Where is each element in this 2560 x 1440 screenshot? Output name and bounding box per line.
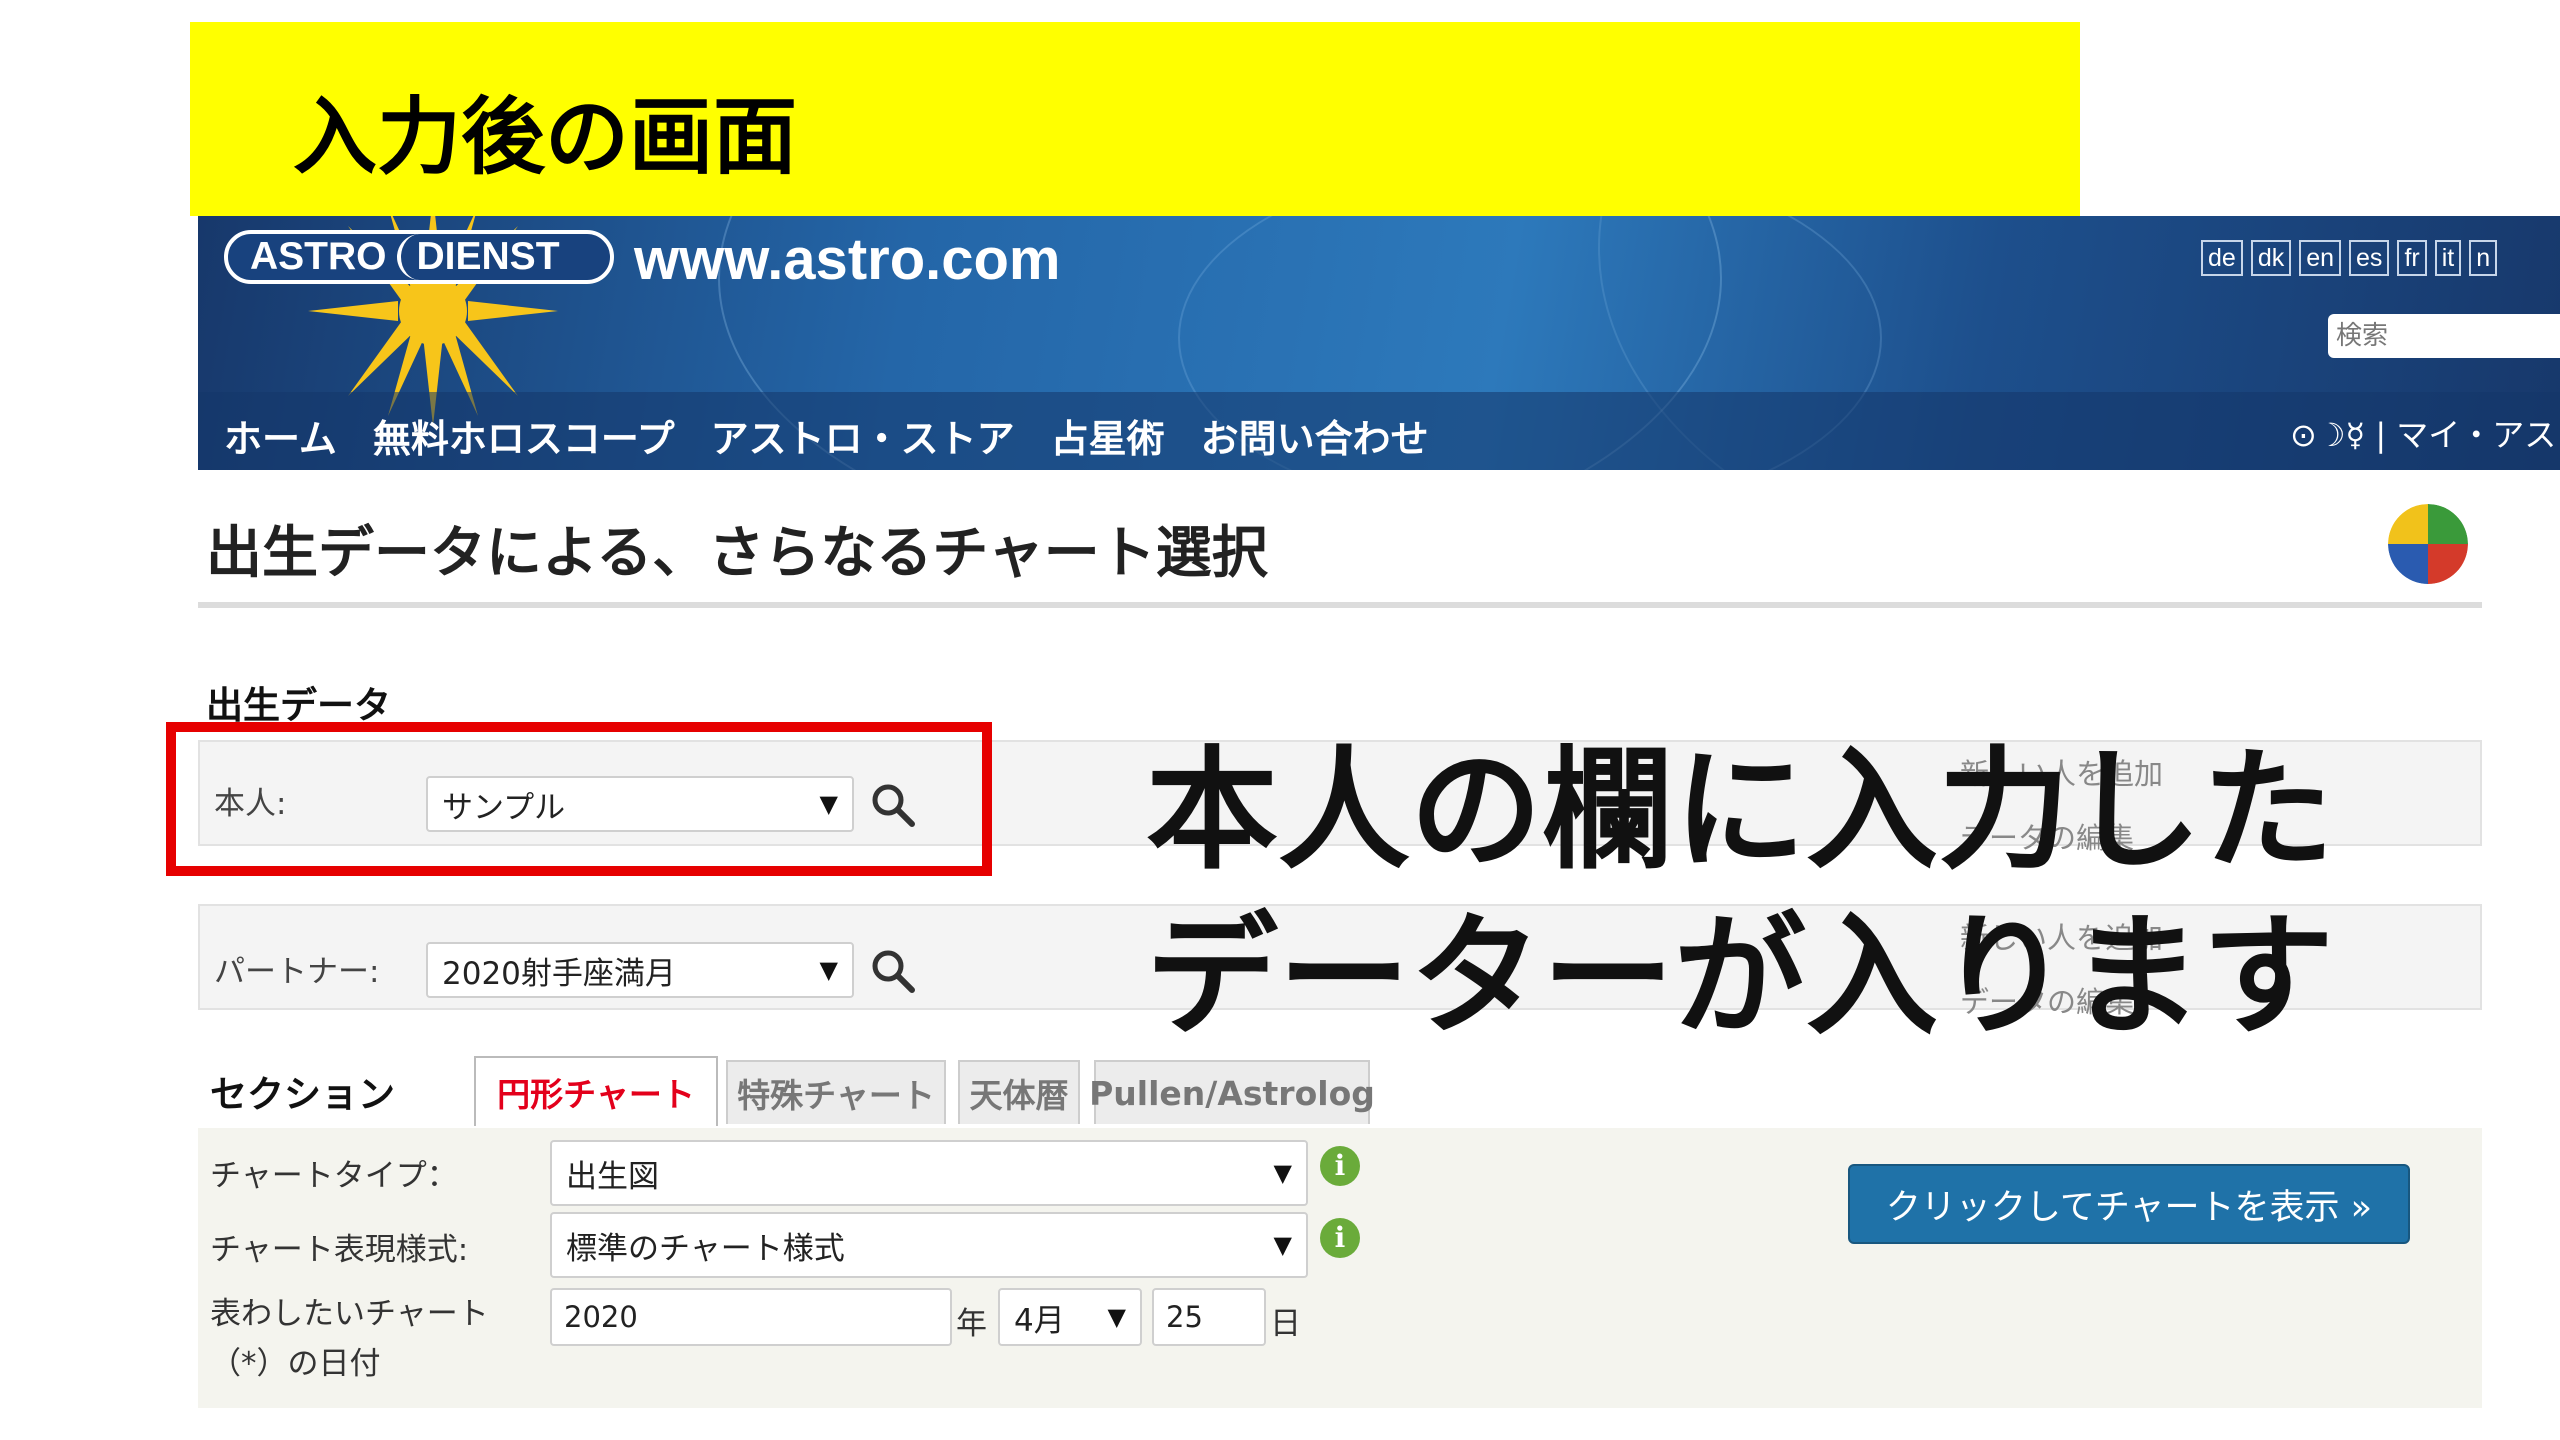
info-icon[interactable]: i bbox=[1320, 1146, 1360, 1186]
page-title: 出生データによる、さらなるチャート選択 bbox=[206, 521, 1268, 586]
nav-item-astro-shop[interactable]: アストロ・ストア bbox=[711, 408, 1015, 463]
month-select[interactable]: 4月 ▼ bbox=[998, 1288, 1142, 1346]
show-chart-button[interactable]: クリックしてチャートを表示 » bbox=[1848, 1164, 2410, 1244]
day-unit: 日 bbox=[1270, 1306, 1301, 1342]
lang-link[interactable]: dk bbox=[2250, 240, 2292, 276]
logo-text-left: ASTRO bbox=[250, 235, 387, 278]
lang-link[interactable]: it bbox=[2434, 240, 2462, 276]
partner-label: パートナー: bbox=[214, 954, 380, 990]
astro-globe-icon bbox=[2388, 504, 2468, 584]
tab-special-chart[interactable]: 特殊チャート bbox=[726, 1060, 946, 1124]
partner-select[interactable]: 2020射手座満月 ▼ bbox=[426, 942, 854, 998]
year-unit: 年 bbox=[956, 1306, 987, 1342]
date-label: 表わしたいチャート bbox=[210, 1296, 489, 1332]
day-input[interactable]: 25 bbox=[1152, 1288, 1266, 1346]
nav-item-home[interactable]: ホーム bbox=[224, 408, 337, 463]
search-icon[interactable] bbox=[870, 948, 916, 994]
lang-link[interactable]: de bbox=[2201, 240, 2243, 276]
chevron-down-icon: ▼ bbox=[819, 956, 838, 984]
nav-item-free-horoscopes[interactable]: 無料ホロスコープ bbox=[373, 408, 675, 463]
tab-circle-chart[interactable]: 円形チャート bbox=[474, 1056, 718, 1126]
partner-select-value: 2020射手座満月 bbox=[442, 955, 676, 992]
astrodienst-logo[interactable]: ASTRO DIENST bbox=[224, 230, 614, 284]
site-url[interactable]: www.astro.com bbox=[634, 226, 1061, 293]
language-selector: de dk en es fr it n bbox=[2201, 240, 2498, 276]
annotation-line: 本人の欄に入力した bbox=[1146, 734, 2334, 888]
chart-type-value: 出生図 bbox=[566, 1158, 659, 1195]
annotation-line: データーが入ります bbox=[1146, 900, 2334, 1054]
lang-link[interactable]: es bbox=[2349, 240, 2390, 276]
annotation-text: 本人の欄に入力した データーが入ります bbox=[1146, 728, 2446, 1060]
date-label-note: （*）の日付 bbox=[210, 1346, 381, 1382]
section-label: セクション bbox=[210, 1073, 395, 1116]
chart-type-label: チャートタイプ： bbox=[210, 1158, 458, 1194]
highlight-box bbox=[166, 722, 992, 876]
chevron-down-icon: ▼ bbox=[1107, 1303, 1126, 1331]
main-nav: ホーム 無料ホロスコープ アストロ・ストア 占星術 お問い合わせ bbox=[224, 408, 1429, 463]
title-divider bbox=[198, 602, 2482, 608]
tab-ephemeris[interactable]: 天体暦 bbox=[958, 1060, 1080, 1124]
info-icon[interactable]: i bbox=[1320, 1218, 1360, 1258]
nav-item-astrology[interactable]: 占星術 bbox=[1051, 408, 1165, 463]
chart-type-select[interactable]: 出生図 ▼ bbox=[550, 1140, 1308, 1206]
lang-link[interactable]: n bbox=[2469, 240, 2498, 276]
chart-style-select[interactable]: 標準のチャート様式 ▼ bbox=[550, 1212, 1308, 1278]
tab-pullen-astrolog[interactable]: Pullen/Astrolog bbox=[1089, 1060, 1375, 1124]
chart-style-value: 標準のチャート様式 bbox=[566, 1230, 845, 1267]
chevron-down-icon: ▼ bbox=[1273, 1231, 1292, 1259]
chevron-down-icon: ▼ bbox=[1273, 1159, 1292, 1187]
nav-item-contact[interactable]: お問い合わせ bbox=[1201, 408, 1429, 463]
caption-banner: 入力後の画面 bbox=[190, 22, 2080, 216]
logo-text-right: DIENST bbox=[396, 234, 576, 280]
month-value: 4月 bbox=[1014, 1302, 1065, 1339]
search-input[interactable]: 検索 bbox=[2328, 314, 2560, 358]
chart-style-label: チャート表現様式: bbox=[210, 1232, 469, 1268]
year-input[interactable]: 2020 bbox=[550, 1288, 952, 1346]
lang-link[interactable]: fr bbox=[2397, 240, 2427, 276]
birth-data-heading: 出生データ bbox=[206, 684, 391, 727]
my-astro-link[interactable]: ⊙☽☿ | マイ・アス bbox=[2290, 410, 2556, 456]
caption-title: 入力後の画面 bbox=[293, 88, 798, 186]
lang-link[interactable]: en bbox=[2299, 240, 2342, 276]
site-header: ASTRO DIENST www.astro.com de dk en es f… bbox=[198, 216, 2560, 470]
